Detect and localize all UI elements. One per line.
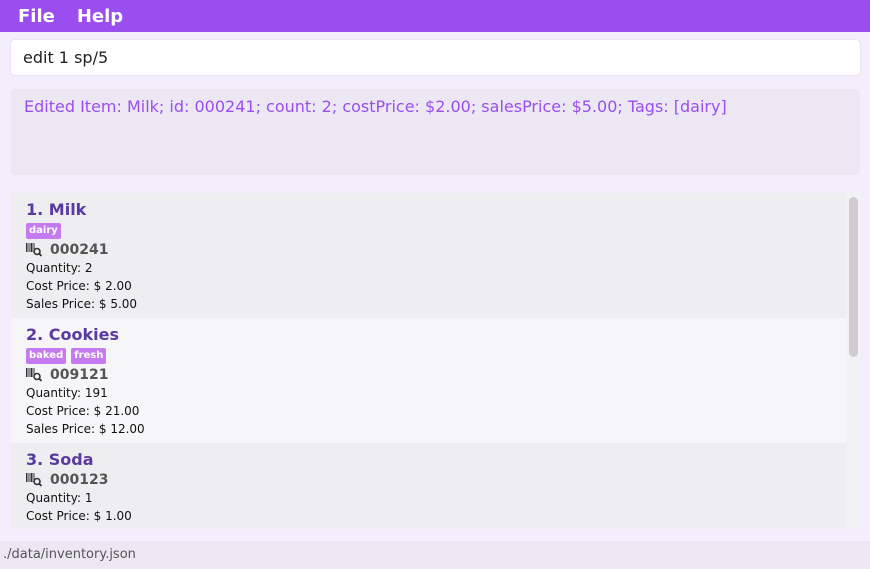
menu-bar: File Help (0, 0, 870, 32)
item-id: 000123 (50, 472, 109, 488)
tag: baked (26, 348, 67, 364)
item-list-panel[interactable]: 1. Milk dairy 000241 Quantity: 2 Cost Pr… (11, 193, 860, 529)
item-id-row: 009121 (26, 366, 846, 384)
tag: dairy (26, 223, 61, 239)
item-title: 2. Cookies (26, 325, 120, 344)
item-title: 3. Soda (26, 450, 94, 469)
command-input[interactable] (23, 48, 860, 67)
tag-list: baked fresh (26, 348, 846, 364)
list-item[interactable]: 1. Milk dairy 000241 Quantity: 2 Cost Pr… (11, 193, 846, 318)
item-cost-price: Cost Price: $ 1.00 (26, 509, 132, 523)
list-scrollbar[interactable] (849, 197, 858, 357)
menu-help[interactable]: Help (77, 6, 123, 27)
item-cost-price: Cost Price: $ 2.00 (26, 279, 132, 293)
item-id: 000241 (50, 242, 109, 258)
command-box (11, 40, 860, 75)
status-bar: ./data/inventory.json (0, 541, 870, 569)
menu-file[interactable]: File (18, 6, 55, 27)
result-display: Edited Item: Milk; id: 000241; count: 2;… (11, 89, 860, 175)
tag-list: dairy (26, 223, 846, 239)
item-id-row: 000123 (26, 471, 846, 489)
barcode-search-icon (26, 368, 42, 382)
item-id: 009121 (50, 367, 109, 383)
item-id-row: 000241 (26, 241, 846, 259)
tag: fresh (71, 348, 107, 364)
barcode-search-icon (26, 473, 42, 487)
barcode-search-icon (26, 243, 42, 257)
item-sales-price: Sales Price: $ 5.00 (26, 297, 138, 311)
item-sales-price: Sales Price: $ 12.00 (26, 422, 145, 436)
item-title: 1. Milk (26, 200, 87, 219)
list-item[interactable]: 3. Soda 000123 Quantity: 1 Cost Price: $… (11, 443, 846, 529)
item-quantity: Quantity: 1 (26, 491, 93, 505)
list-item[interactable]: 2. Cookies baked fresh 009121 Quantity: … (11, 318, 846, 443)
item-quantity: Quantity: 2 (26, 261, 93, 275)
item-cost-price: Cost Price: $ 21.00 (26, 404, 140, 418)
item-quantity: Quantity: 191 (26, 386, 108, 400)
